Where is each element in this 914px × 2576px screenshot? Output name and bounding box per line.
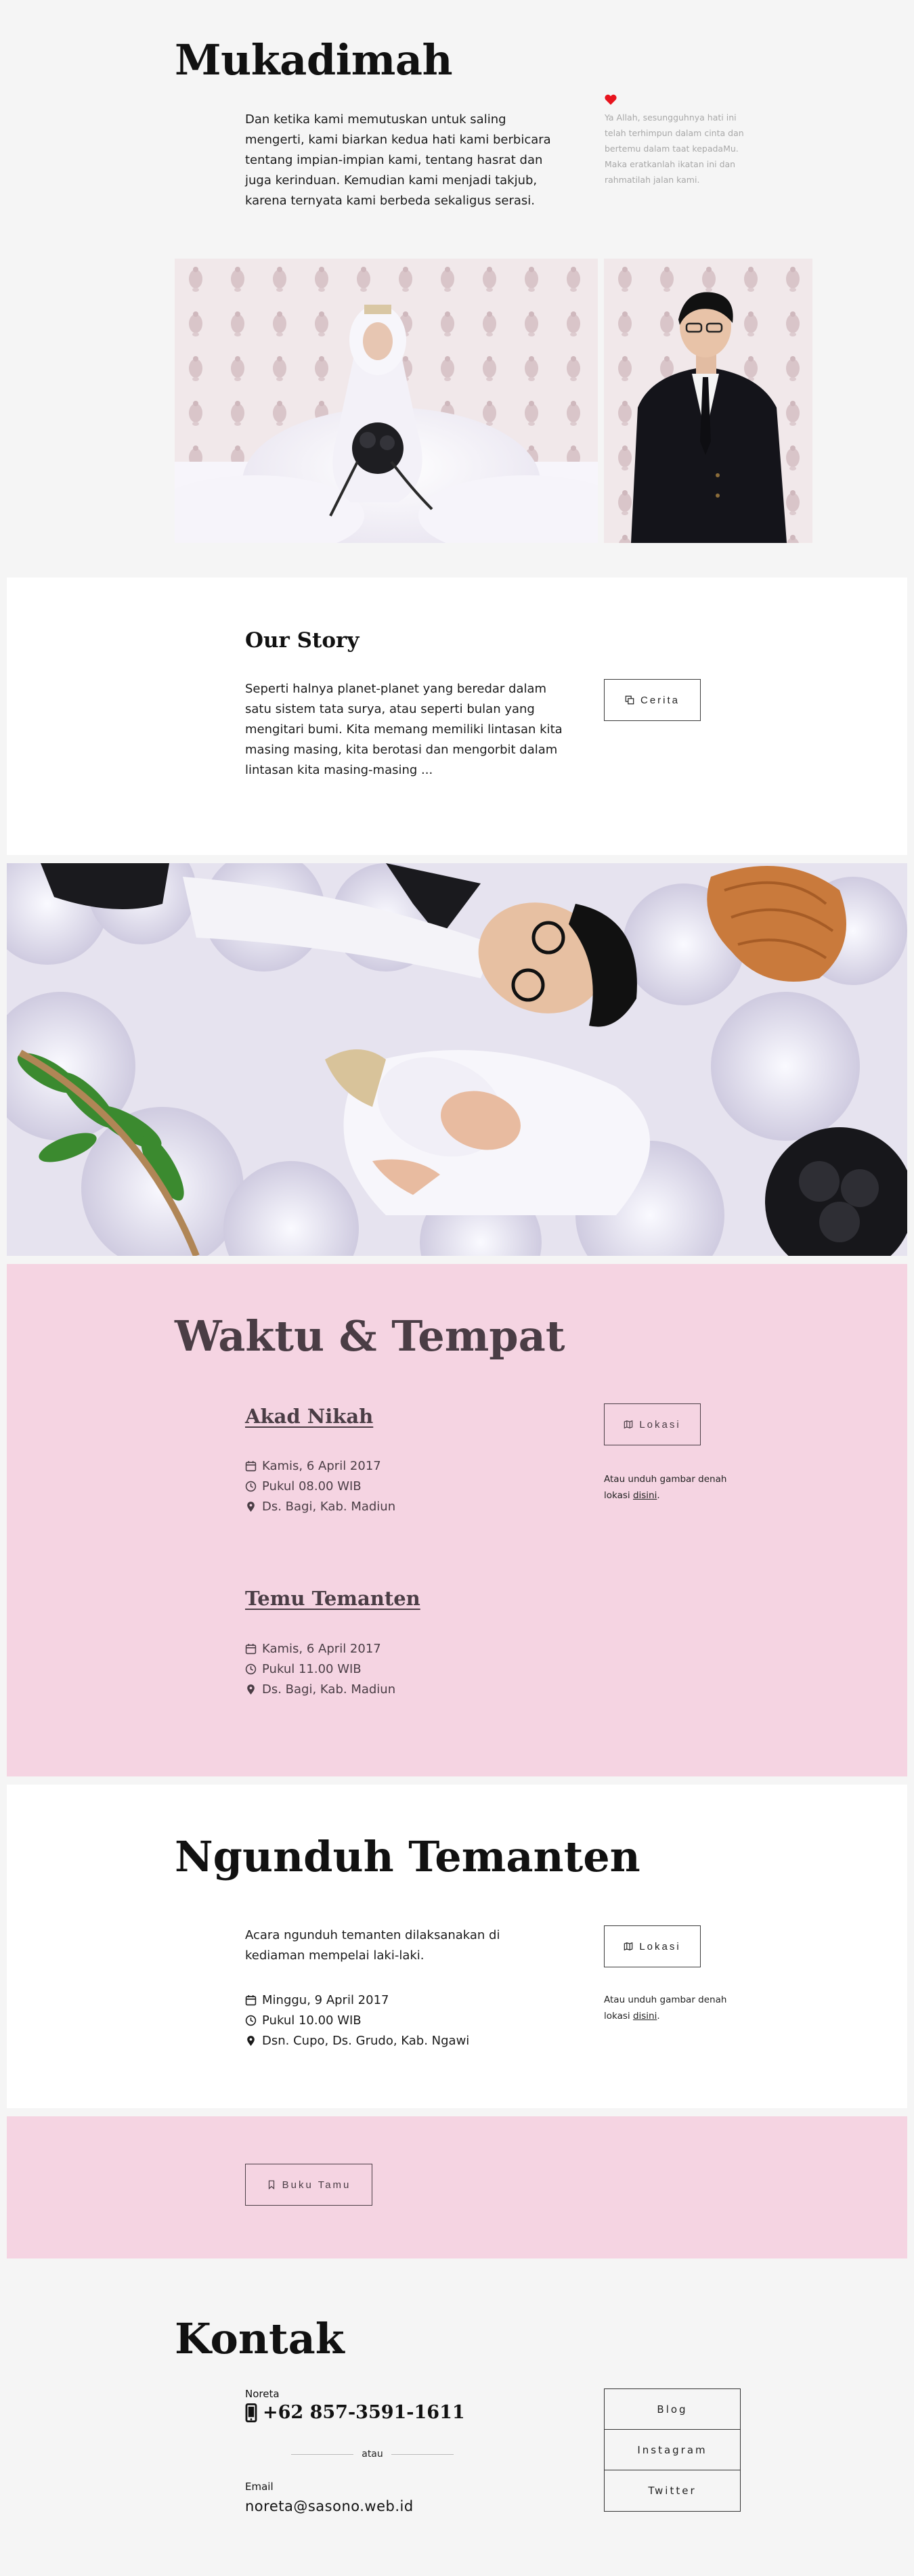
our-story-section: Our Story Seperti halnya planet-planet y… [7,577,907,855]
copy-icon [625,695,634,705]
akad-time: Pukul 08.00 WIB [245,1479,362,1493]
temu-date-text: Kamis, 6 April 2017 [262,1642,381,1656]
ngunduh-date-text: Minggu, 9 April 2017 [262,1993,389,2007]
clock-icon [245,1663,257,1675]
heart-icon [605,94,617,105]
mukadimah-title: Mukadimah [175,35,453,85]
calendar-icon [245,1644,257,1655]
map-icon [624,1420,633,1429]
calendar-icon [245,1995,257,2006]
temu-time: Pukul 11.00 WIB [245,1662,362,1676]
ngunduh-time: Pukul 10.00 WIB [245,2013,362,2028]
separator-line-left [291,2453,354,2455]
ngunduh-time-text: Pukul 10.00 WIB [262,2013,362,2028]
prayer-text: Ya Allah, sesungguhnya hati ini telah te… [605,112,744,185]
akad-date: Kamis, 6 April 2017 [245,1459,381,1473]
instagram-link[interactable]: Instagram [605,2430,740,2470]
akad-time-text: Pukul 08.00 WIB [262,1479,362,1493]
mobile-phone-icon [245,2403,257,2422]
couple-photo [7,863,907,1256]
akad-date-text: Kamis, 6 April 2017 [262,1459,381,1473]
kontak-title: Kontak [175,2314,345,2363]
temu-place-text: Ds. Bagi, Kab. Madiun [262,1682,396,1697]
map-pin-icon [247,1684,255,1695]
buku-tamu-section: Buku Tamu [7,2116,907,2258]
map-icon [624,1942,633,1951]
phone-number[interactable]: +62 857-3591-1611 [245,2402,465,2423]
ngunduh-denah-link[interactable]: disini [633,2011,657,2022]
ngunduh-text: Acara ngunduh temanten dilaksanakan di k… [245,1928,500,1963]
waktu-tempat-title: Waktu & Tempat [175,1311,565,1361]
map-pin-icon [247,1502,255,1512]
twitter-link[interactable]: Twitter [605,2470,740,2511]
contact-separator: atau [291,2449,454,2460]
ngunduh-title: Ngunduh Temanten [175,1832,640,1881]
ngunduh-place-text: Dsn. Cupo, Ds. Grudo, Kab. Ngawi [262,2034,470,2048]
ngunduh-denah-end: . [657,2011,660,2022]
ngunduh-date: Minggu, 9 April 2017 [245,1993,389,2007]
akad-lokasi-button[interactable]: Lokasi [604,1403,701,1445]
groom-photo [604,259,812,543]
email-address[interactable]: noreta@sasono.web.id [245,2498,414,2514]
clock-icon [245,1481,257,1492]
akad-place-text: Ds. Bagi, Kab. Madiun [262,1500,396,1514]
mukadimah-intro: Dan ketika kami memutuskan untuk saling … [245,112,551,208]
ngunduh-denah-text: Atau unduh gambar denah lokasi [604,1994,727,2022]
contact-name: Noreta [245,2388,280,2400]
temu-time-text: Pukul 11.00 WIB [262,1662,362,1676]
ngunduh-place: Dsn. Cupo, Ds. Grudo, Kab. Ngawi [245,2034,469,2048]
calendar-icon [245,1461,257,1472]
akad-denah-note: Atau unduh gambar denah lokasi disini. [604,1471,753,1504]
akad-denah-link[interactable]: disini [633,1490,657,1501]
cerita-button-label: Cerita [640,694,680,706]
waktu-tempat-section: Waktu & Tempat Akad Nikah Kamis, 6 April… [7,1264,907,1776]
separator-line-right [391,2453,454,2455]
blog-link[interactable]: Blog [605,2389,740,2430]
social-links: Blog Instagram Twitter [604,2388,741,2512]
our-story-text: Seperti halnya planet-planet yang bereda… [245,682,563,777]
bride-photo [175,259,598,543]
temu-temanten-title: Temu Temanten [245,1587,420,1610]
phone-number-text: +62 857-3591-1611 [263,2402,465,2423]
bookmark-icon [268,2180,274,2189]
akad-place: Ds. Bagi, Kab. Madiun [245,1500,395,1514]
akad-nikah-title: Akad Nikah [245,1405,374,1428]
buku-tamu-button[interactable]: Buku Tamu [245,2164,372,2206]
separator-text: atau [362,2449,383,2460]
cerita-button[interactable]: Cerita [604,679,701,721]
akad-denah-end: . [657,1490,660,1501]
ngunduh-lokasi-label: Lokasi [639,1940,681,1952]
clock-icon [245,2015,257,2026]
temu-place: Ds. Bagi, Kab. Madiun [245,1682,395,1697]
akad-lokasi-label: Lokasi [639,1418,681,1431]
temu-date: Kamis, 6 April 2017 [245,1642,381,1656]
ngunduh-denah-note: Atau unduh gambar denah lokasi disini. [604,1992,753,2024]
ngunduh-lokasi-button[interactable]: Lokasi [604,1925,701,1967]
buku-tamu-label: Buku Tamu [282,2179,351,2191]
map-pin-icon [247,2036,255,2046]
ngunduh-section: Ngunduh Temanten Acara ngunduh temanten … [7,1785,907,2108]
email-label: Email [245,2481,274,2493]
our-story-title: Our Story [245,628,360,653]
wedding-page: Mukadimah Dan ketika kami memutuskan unt… [0,0,914,2576]
mukadimah-section: Mukadimah Dan ketika kami memutuskan unt… [0,0,914,562]
akad-denah-text: Atau unduh gambar denah lokasi [604,1474,727,1501]
